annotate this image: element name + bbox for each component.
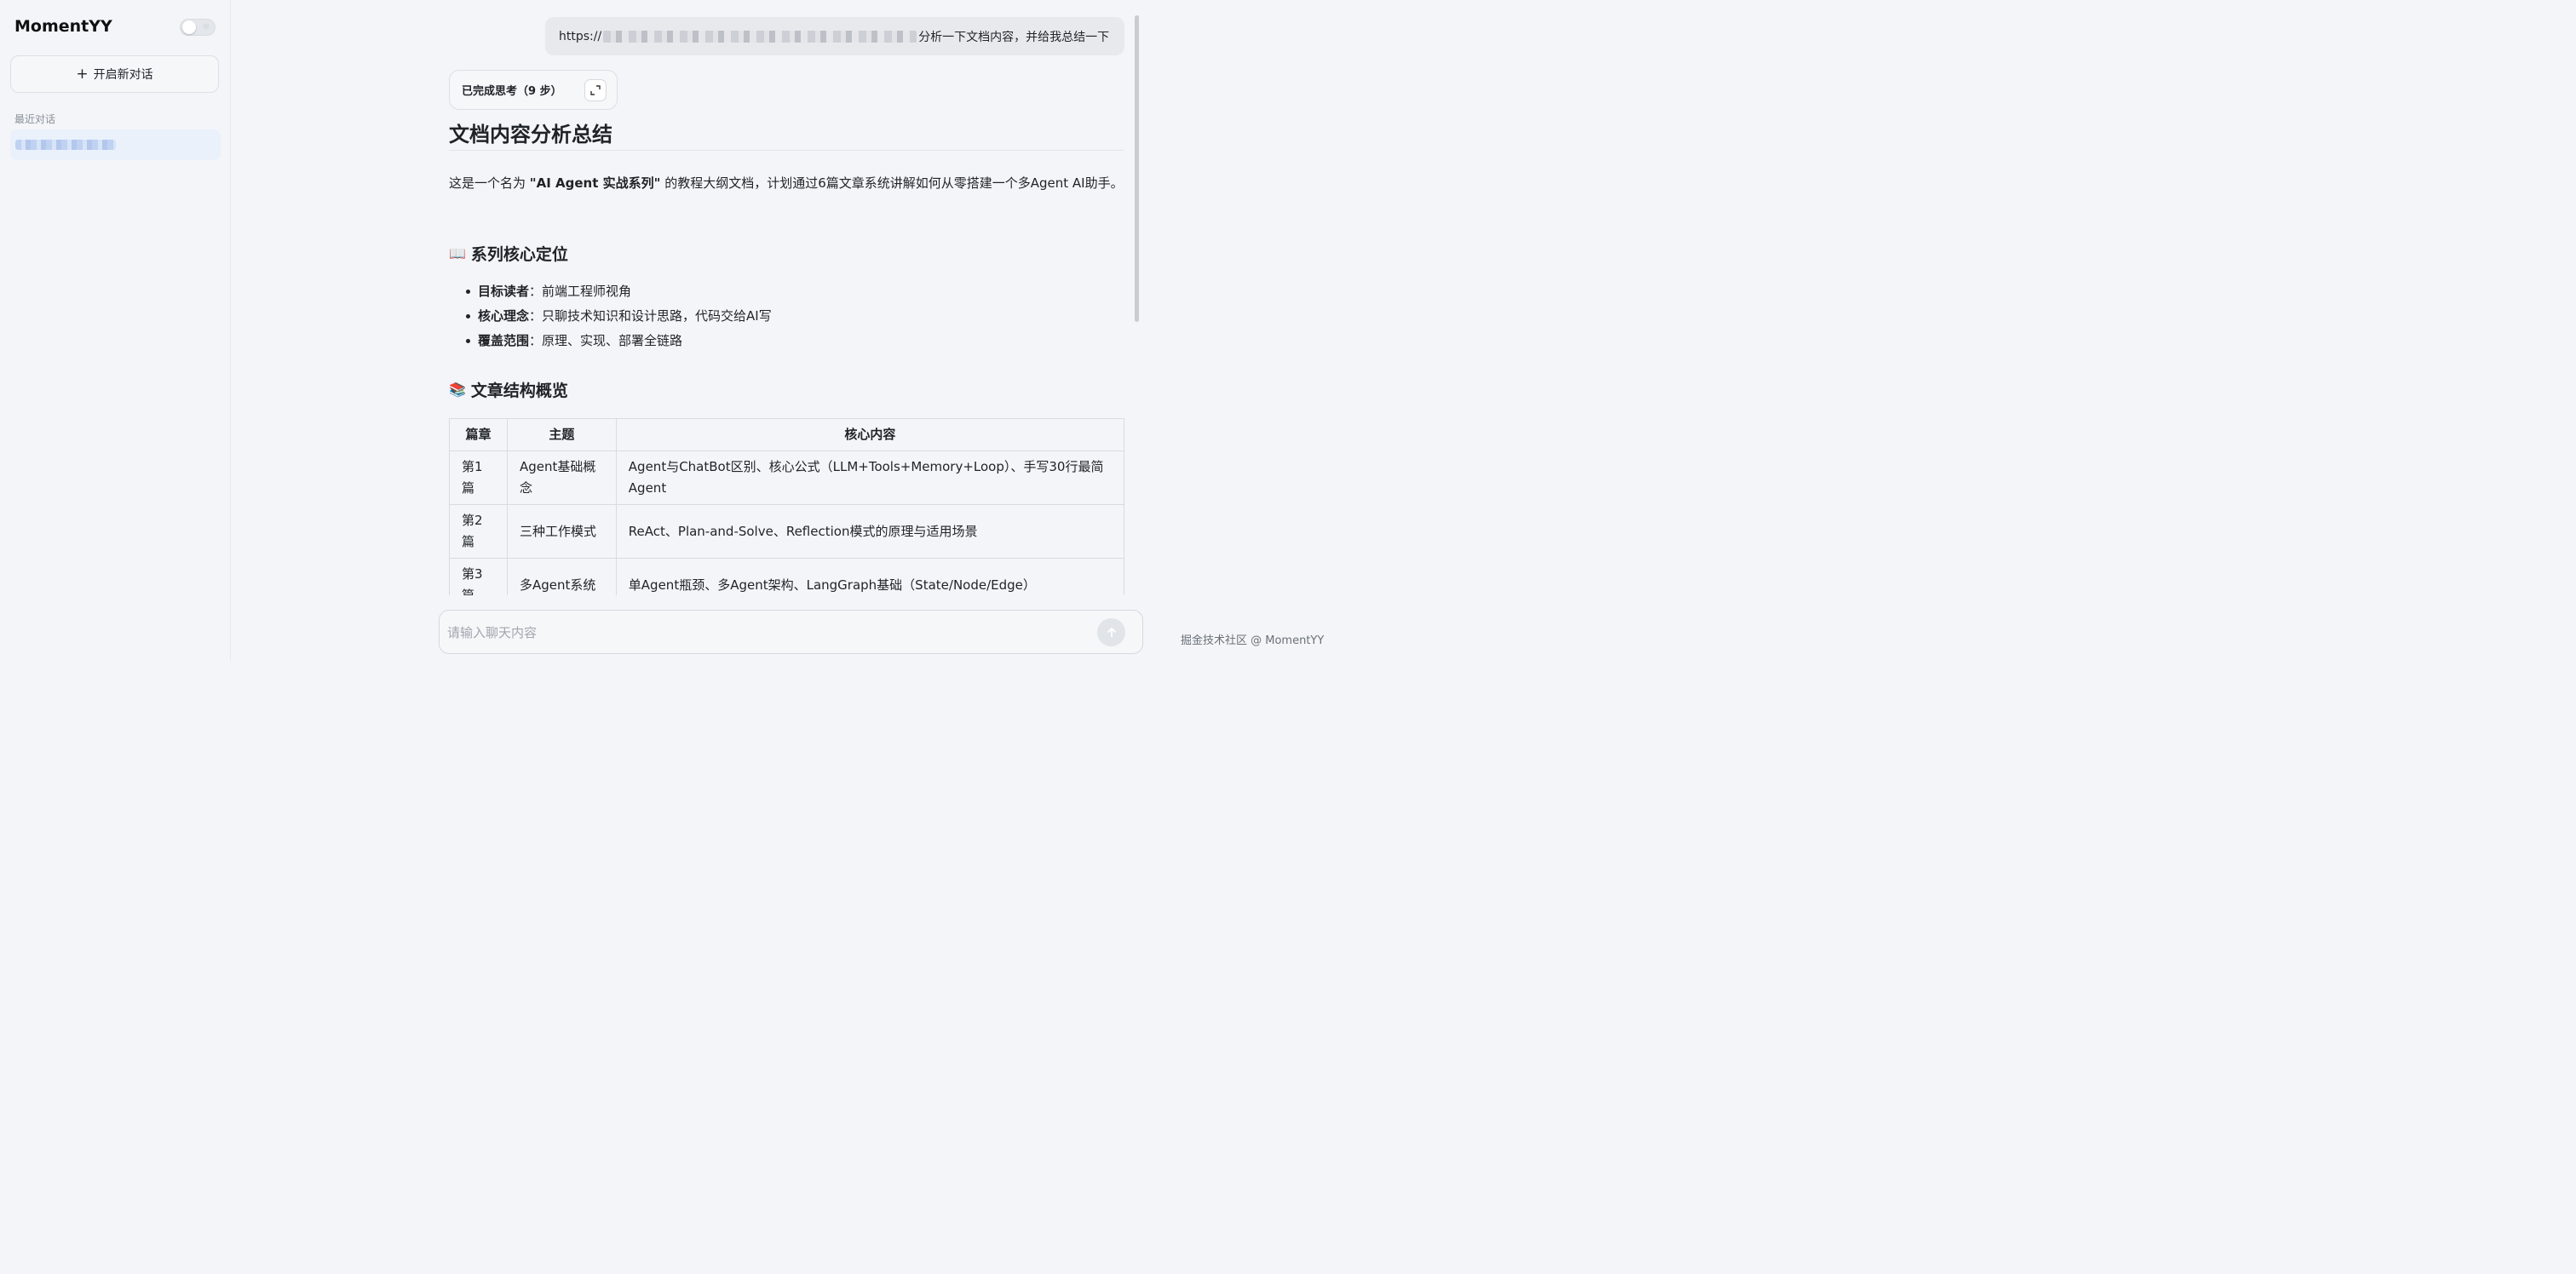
section-heading-positioning: 📖 系列核心定位 [449,242,568,265]
table-header-cell: 核心内容 [615,418,1124,451]
sun-icon: ☼ [202,21,210,32]
table-cell: ReAct、Plan-and-Solve、Reflection模式的原理与适用场… [615,504,1124,559]
table-cell: Agent基础概念 [506,450,617,505]
intro-text-start: 这是一个名为 [449,175,530,191]
table-cell: 第3篇 [449,558,508,595]
send-button[interactable] [1097,618,1125,646]
answer-title: 文档内容分析总结 [449,123,612,146]
arrow-up-icon [1107,627,1116,637]
table-cell: 三种工作模式 [506,504,617,559]
table-cell: 单Agent瓶颈、多Agent架构、LangGraph基础（State/Node… [615,558,1124,595]
list-item: 目标读者：前端工程师视角 [466,280,772,305]
table-cell: 多Agent系统 [506,558,617,595]
table-header-cell: 主题 [506,418,617,451]
new-chat-label: 开启新对话 [93,68,153,82]
book-icon: 📖 [449,245,466,261]
positioning-list: 目标读者：前端工程师视角 核心理念：只聊技术知识和设计思路，代码交给AI写 覆盖… [466,280,772,354]
section-heading-structure: 📚 文章结构概览 [449,378,568,401]
user-message-url-prefix: https:// [559,29,602,43]
chat-main: https:// 分析一下文档内容，并给我总结一下 已完成思考（9 步） 文档内… [231,0,1336,661]
expand-icon[interactable] [584,79,607,101]
watermark: 掘金技术社区 @ MomentYY [1181,634,1325,647]
intro-text-end: 的教程大纲文档，计划通过6篇文章系统讲解如何从零搭建一个多Agent AI助手。 [660,175,1124,191]
list-item-text: ：原理、实现、部署全链路 [529,333,683,348]
list-item-label: 核心理念 [478,308,530,324]
thinking-steps-toggle[interactable]: 已完成思考（9 步） [449,70,618,110]
redacted-conversation-title [15,140,116,150]
theme-toggle[interactable]: ☼ [180,19,216,36]
chat-input[interactable] [447,623,1095,643]
list-item: 核心理念：只聊技术知识和设计思路，代码交给AI写 [466,305,772,330]
thinking-label: 已完成思考（9 步） [462,85,562,98]
table-header-row: 篇章 主题 核心内容 [449,418,1124,451]
list-item-label: 目标读者 [478,284,530,299]
list-item-label: 覆盖范围 [478,333,530,348]
user-message-text: 分析一下文档内容，并给我总结一下 [918,30,1110,44]
table-cell: 第2篇 [449,504,508,559]
table-header-cell: 篇章 [449,418,508,451]
table-row: 第2篇 三种工作模式 ReAct、Plan-and-Solve、Reflecti… [449,504,1124,559]
table-cell: 第1篇 [449,450,508,505]
list-item-text: ：只聊技术知识和设计思路，代码交给AI写 [529,308,772,324]
article-structure-table: 篇章 主题 核心内容 第1篇 Agent基础概念 Agent与ChatBot区别… [449,418,1124,595]
recent-conversations-heading: 最近对话 [14,113,56,125]
toggle-knob [182,20,196,34]
intro-series-name: "AI Agent 实战系列" [529,175,661,191]
sidebar: MomentYY ☼ + 开启新对话 最近对话 [0,0,231,661]
redacted-url [603,30,917,43]
section-title-positioning: 系列核心定位 [470,245,568,264]
title-divider [449,150,1124,151]
recent-conversation-item[interactable] [10,129,221,160]
chat-composer [439,610,1143,654]
list-item: 覆盖范围：原理、实现、部署全链路 [466,330,772,354]
user-message-bubble: https:// 分析一下文档内容，并给我总结一下 [545,17,1124,55]
app-brand: MomentYY [14,17,112,36]
table-cell: Agent与ChatBot区别、核心公式（LLM+Tools+Memory+Lo… [615,450,1124,505]
section-title-structure: 文章结构概览 [470,382,568,400]
table-row: 第1篇 Agent基础概念 Agent与ChatBot区别、核心公式（LLM+T… [449,450,1124,505]
books-icon: 📚 [449,382,466,398]
new-chat-button[interactable]: + 开启新对话 [10,55,219,93]
list-item-text: ：前端工程师视角 [529,284,632,299]
answer-intro: 这是一个名为 "AI Agent 实战系列" 的教程大纲文档，计划通过6篇文章系… [449,173,1124,194]
plus-icon: + [76,65,89,83]
message-scrollbar[interactable] [1135,15,1139,322]
table-row: 第3篇 多Agent系统 单Agent瓶颈、多Agent架构、LangGraph… [449,558,1124,595]
